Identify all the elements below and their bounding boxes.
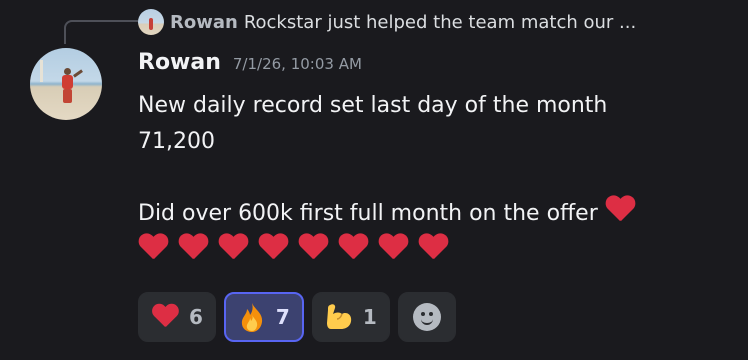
reaction-count: 7 [275, 305, 290, 329]
heart-icon [298, 234, 328, 262]
flexed-biceps-icon [323, 301, 355, 333]
avatar[interactable] [30, 48, 102, 120]
add-reaction-button[interactable] [397, 292, 456, 342]
heart-icon [258, 234, 288, 262]
heart-icon [338, 234, 368, 262]
heart-icon [378, 234, 408, 262]
heart-icon [605, 196, 635, 224]
reaction-heart[interactable]: 6 [138, 292, 216, 342]
reply-connector [64, 20, 138, 44]
message-content: New daily record set last day of the mon… [138, 88, 728, 262]
reaction-fire[interactable]: 7 [223, 292, 304, 342]
message-header: Rowan 7/1/26, 10:03 AM [138, 50, 362, 75]
heart-emoji-row [138, 234, 728, 262]
reply-preview[interactable]: Rockstar just helped the team match our … [244, 12, 636, 33]
reaction-count: 6 [189, 305, 203, 329]
heart-icon [418, 234, 448, 262]
fire-icon [236, 301, 268, 333]
reply-author[interactable]: Rowan [170, 12, 238, 33]
reaction-bar: 6 7 1 [138, 292, 456, 342]
heart-icon [149, 301, 181, 333]
message-line: New daily record set last day of the mon… [138, 93, 608, 118]
message-line: 71,200 [138, 129, 215, 154]
heart-icon [178, 234, 208, 262]
reply-avatar[interactable] [138, 9, 164, 35]
timestamp[interactable]: 7/1/26, 10:03 AM [233, 55, 362, 73]
smiley-icon [412, 303, 441, 331]
message-line-with-emoji: Did over 600k first full month on the of… [138, 196, 728, 232]
heart-icon [138, 234, 168, 262]
reaction-count: 1 [362, 305, 377, 329]
reaction-flexed-biceps[interactable]: 1 [311, 292, 390, 342]
username[interactable]: Rowan [138, 50, 221, 75]
reply-reference[interactable]: Rowan Rockstar just helped the team matc… [138, 8, 636, 36]
heart-icon [218, 234, 248, 262]
